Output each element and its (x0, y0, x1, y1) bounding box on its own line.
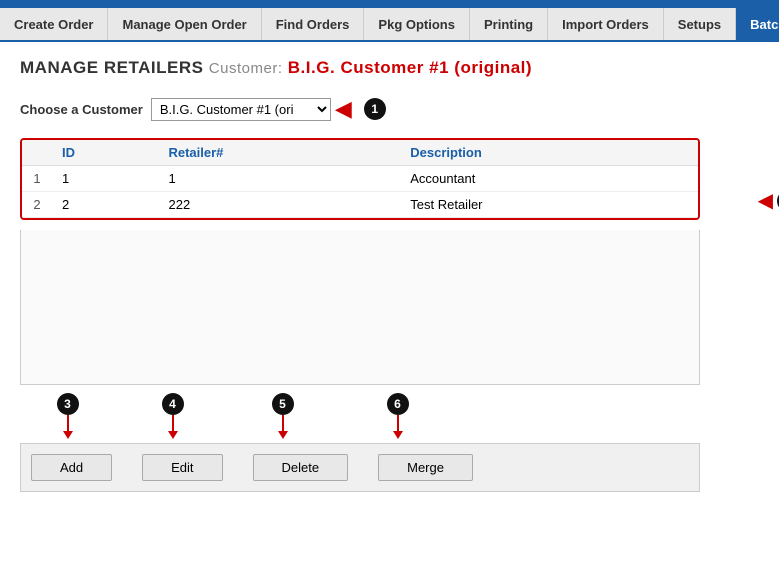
arrow-6-svg (389, 415, 407, 439)
row1-retailer: 1 (158, 166, 400, 192)
badge3-group: 3 (30, 393, 105, 439)
arrow-5-svg (274, 415, 292, 439)
nav-bar: Create Order Manage Open Order Find Orde… (0, 8, 779, 42)
main-content: Manage Retailers Customer: B.I.G. Custom… (0, 42, 779, 508)
col-id: ID (52, 140, 158, 166)
badge4-group: 4 (135, 393, 210, 439)
row2-id: 2 (52, 192, 158, 218)
merge-button[interactable]: Merge (378, 454, 473, 481)
arrow-1: ◀ (335, 96, 352, 122)
nav-printing[interactable]: Printing (470, 8, 548, 40)
button-bar: Add Edit Delete Merge (20, 443, 700, 492)
row2-num: 2 (22, 192, 52, 218)
nav-manage-open-order[interactable]: Manage Open Order (108, 8, 261, 40)
top-bar (0, 0, 779, 8)
badge5-group: 5 (240, 393, 325, 439)
row2-description: Test Retailer (400, 192, 698, 218)
retailers-table-container: ID Retailer# Description 1 1 1 Accountan… (20, 138, 700, 220)
badge-row: 3 4 5 6 (20, 393, 700, 441)
badge-3: 3 (57, 393, 79, 415)
nav-batch[interactable]: Batch (736, 8, 779, 40)
subtitle-prefix: Customer: (209, 60, 283, 77)
page-title-text: Manage Retailers (20, 58, 204, 77)
nav-setups[interactable]: Setups (664, 8, 736, 40)
col-retailer: Retailer# (158, 140, 400, 166)
row1-num: 1 (22, 166, 52, 192)
col-description: Description (400, 140, 698, 166)
badge-4: 4 (162, 393, 184, 415)
nav-import-orders[interactable]: Import Orders (548, 8, 664, 40)
edit-button[interactable]: Edit (142, 454, 222, 481)
badge-1: 1 (364, 98, 386, 120)
table-row[interactable]: 2 2 222 Test Retailer (22, 192, 698, 218)
nav-pkg-options[interactable]: Pkg Options (364, 8, 470, 40)
arrow-4-svg (164, 415, 182, 439)
button-section: 3 4 5 6 (20, 393, 700, 492)
nav-find-orders[interactable]: Find Orders (262, 8, 365, 40)
badge6-group: 6 (355, 393, 440, 439)
table-row[interactable]: 1 1 1 Accountant (22, 166, 698, 192)
row1-description: Accountant (400, 166, 698, 192)
add-button[interactable]: Add (31, 454, 112, 481)
delete-button[interactable]: Delete (253, 454, 349, 481)
chooser-label: Choose a Customer (20, 102, 143, 117)
row2-retailer: 222 (158, 192, 400, 218)
arrow-2: ◀ (758, 188, 773, 213)
badge-6: 6 (387, 393, 409, 415)
row1-id: 1 (52, 166, 158, 192)
nav-create-order[interactable]: Create Order (0, 8, 108, 40)
annotation-2: ◀ 2 (758, 188, 779, 213)
page-title: Manage Retailers Customer: B.I.G. Custom… (20, 58, 759, 78)
retailers-table: ID Retailer# Description 1 1 1 Accountan… (22, 140, 698, 218)
arrow-3-svg (59, 415, 77, 439)
customer-name-title: B.I.G. Customer #1 (original) (288, 58, 532, 77)
customer-select[interactable]: B.I.G. Customer #1 (ori (151, 98, 331, 121)
col-rownum (22, 140, 52, 166)
badge-5: 5 (272, 393, 294, 415)
table-empty-area (20, 230, 700, 385)
